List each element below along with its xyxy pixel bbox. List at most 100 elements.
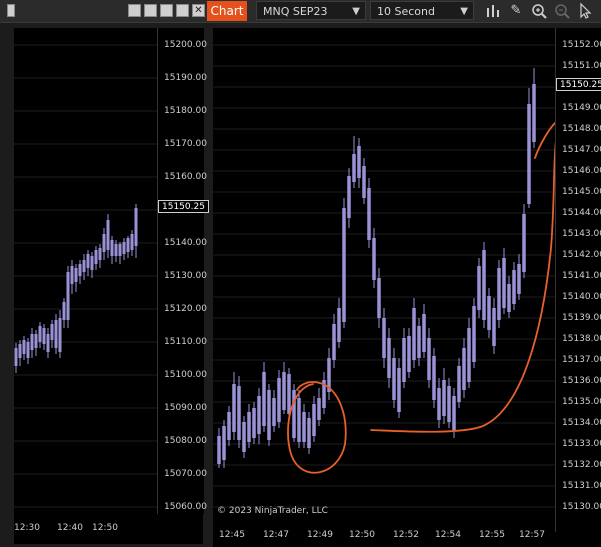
candle-body	[377, 278, 381, 318]
price-tick: 15090.00	[164, 403, 207, 413]
chart-tab[interactable]: Chart	[207, 1, 247, 21]
candle-body	[407, 336, 411, 372]
candle-body	[457, 366, 461, 402]
current-price-marker: 15150.25	[556, 78, 601, 91]
candle-body	[492, 308, 496, 346]
window-tile-button-2[interactable]	[144, 4, 157, 17]
time-label: 12:45	[219, 530, 245, 540]
interval-label: 10 Second	[377, 5, 435, 18]
candle-body	[227, 412, 231, 440]
candle-body	[98, 248, 102, 260]
time-label: 12:55	[479, 530, 505, 540]
candle-body	[337, 308, 341, 342]
candle-body	[397, 368, 401, 412]
zoom-in-icon[interactable]	[530, 2, 548, 20]
price-tick: 15139.00	[562, 313, 601, 323]
candle-body	[102, 234, 106, 252]
minimize-button[interactable]	[160, 4, 173, 17]
price-tick: 15148.00	[562, 124, 601, 134]
candle-body	[487, 296, 491, 330]
candle-body	[110, 240, 114, 256]
price-tick: 15134.00	[562, 418, 601, 428]
left-window-edge	[7, 4, 15, 17]
candle-body	[237, 386, 241, 440]
left-price-chart[interactable]	[14, 28, 157, 514]
price-tick: 15110.00	[164, 337, 207, 347]
instrument-label: MNQ SEP23	[263, 5, 328, 18]
window-tile-button[interactable]	[128, 4, 141, 17]
candle-body	[442, 380, 446, 416]
price-tick: 15132.00	[562, 460, 601, 470]
bar-chart-icon[interactable]	[484, 2, 502, 20]
price-tick: 15145.00	[562, 187, 601, 197]
candle-body	[94, 250, 98, 264]
candle-body	[106, 220, 110, 250]
zoom-out-icon[interactable]	[553, 2, 571, 20]
candle-body	[477, 266, 481, 310]
instrument-selector[interactable]: MNQ SEP23 ▼	[256, 1, 366, 20]
price-tick: 15137.00	[562, 355, 601, 365]
candle-body	[472, 306, 476, 362]
price-tick: 15133.00	[562, 439, 601, 449]
time-label: 12:50	[349, 530, 375, 540]
price-tick: 15142.00	[562, 250, 601, 260]
current-price-marker: 15150.25	[158, 200, 209, 213]
candle-body	[222, 426, 226, 460]
candle-body	[532, 84, 536, 142]
candle-body	[422, 314, 426, 352]
candle-body	[452, 396, 456, 430]
candle-body	[447, 386, 451, 422]
price-tick: 15160.00	[164, 172, 207, 182]
candle-body	[372, 238, 376, 280]
price-tick: 15151.00	[562, 61, 601, 71]
candle-body	[46, 334, 50, 352]
candle-body	[307, 418, 311, 448]
time-label: 12:54	[435, 530, 461, 540]
copyright-label: © 2023 NinjaTrader, LLC	[217, 506, 328, 516]
left-time-axis: 12:30 12:40 12:50	[14, 514, 203, 544]
candle-body	[74, 268, 78, 282]
candle-body	[357, 146, 361, 178]
toolbar: ✕ Chart MNQ SEP23 ▼ 10 Second ▼ ✎	[0, 0, 601, 23]
candle-body	[267, 390, 271, 440]
candle-body	[417, 326, 421, 358]
chevron-down-icon: ▼	[352, 6, 360, 17]
left-price-axis[interactable]: 15200.00 15190.00 15180.00 15170.00 15160.00…	[157, 28, 209, 514]
interval-selector[interactable]: 10 Second ▼	[370, 1, 474, 20]
pointer-icon[interactable]	[576, 2, 594, 20]
time-label: 12:40	[57, 523, 83, 533]
candle-body	[78, 264, 82, 276]
candle-body	[22, 340, 26, 354]
price-tick: 15080.00	[164, 436, 207, 446]
left-candles	[14, 44, 157, 508]
candle-body	[497, 268, 501, 320]
candle-body	[277, 378, 281, 422]
price-tick: 15138.00	[562, 334, 601, 344]
maximize-button[interactable]	[176, 4, 189, 17]
candle-body	[332, 324, 336, 360]
price-tick: 15140.00	[562, 292, 601, 302]
candle-body	[38, 326, 42, 342]
time-label: 12:50	[92, 523, 118, 533]
right-time-axis: 12:45 12:47 12:49 12:50 12:52 12:54 12:55 12:57	[213, 530, 601, 547]
candle-body	[62, 302, 66, 320]
candle-body	[297, 398, 301, 442]
price-tick: 15143.00	[562, 229, 601, 239]
time-label: 12:30	[14, 523, 40, 533]
candle-body	[362, 166, 366, 198]
price-tick: 15100.00	[164, 370, 207, 380]
candle-body	[247, 412, 251, 442]
right-price-axis[interactable]: 15152.0015151.0015150.0015149.0015148.00…	[555, 28, 601, 532]
candle-body	[130, 234, 134, 250]
candle-body	[30, 334, 34, 350]
candle-body	[114, 244, 118, 256]
candle-body	[118, 244, 122, 256]
price-tick: 15170.00	[164, 139, 207, 149]
candle-body	[517, 264, 521, 294]
right-price-chart[interactable]: © 2023 NinjaTrader, LLC	[213, 28, 555, 532]
price-tick: 15146.00	[562, 166, 601, 176]
candle-body	[282, 372, 286, 410]
draw-pencil-icon[interactable]: ✎	[507, 2, 525, 20]
candle-body	[122, 242, 126, 254]
close-icon[interactable]: ✕	[192, 4, 205, 17]
